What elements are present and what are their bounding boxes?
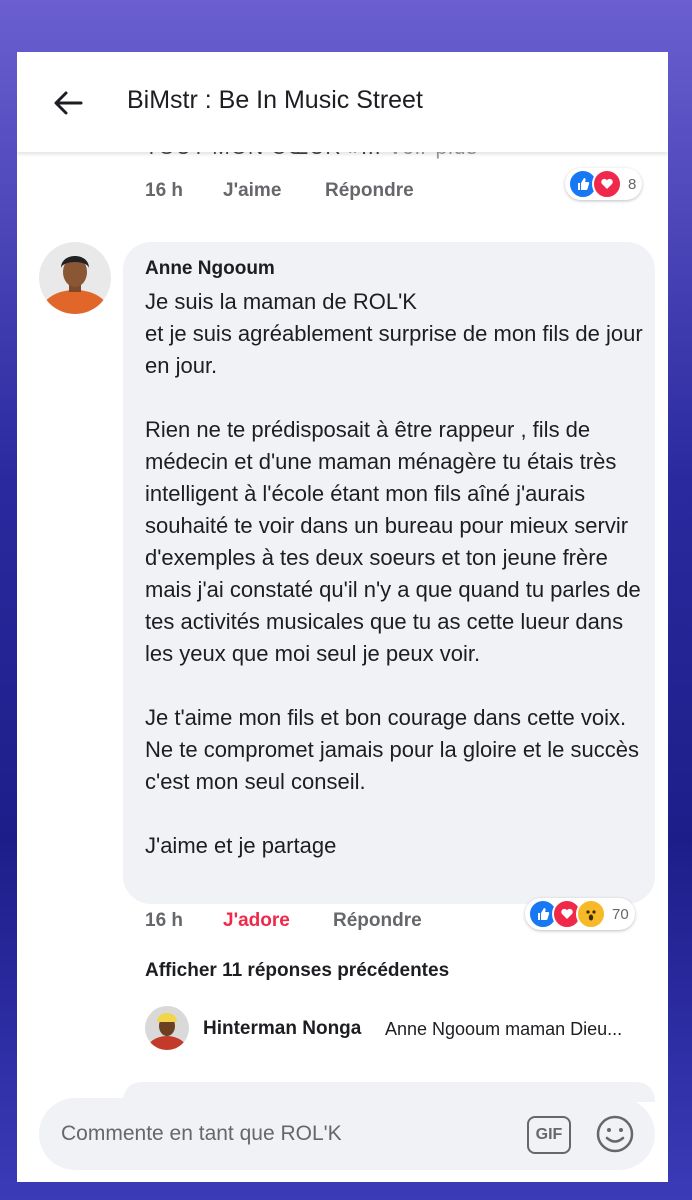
love-react-button[interactable]: J'adore [223, 910, 290, 932]
reaction-summary[interactable]: 70 [525, 898, 635, 930]
comment-paragraph: Je suis la maman de ROL'K et je suis agr… [145, 289, 643, 378]
comment-body: Je suis la maman de ROL'K et je suis agr… [145, 286, 645, 894]
emoji-icon[interactable] [595, 1114, 635, 1154]
comment-time: 16 h [145, 180, 184, 201]
reply-button[interactable]: Répondre [333, 910, 422, 932]
comment-input[interactable]: Commente en tant que ROL'K GIF [39, 1098, 655, 1170]
page-title: BiMstr : Be In Music Street [127, 86, 423, 114]
reaction-count: 70 [612, 905, 629, 923]
gif-button[interactable]: GIF [527, 1116, 571, 1154]
avatar[interactable] [145, 1006, 189, 1050]
top-bar: BiMstr : Be In Music Street [17, 52, 668, 152]
comment-time: 16 h [145, 910, 184, 931]
show-previous-replies-link[interactable]: Afficher 11 réponses précédentes [145, 960, 449, 982]
avatar[interactable] [39, 242, 111, 314]
reaction-count: 8 [628, 175, 637, 193]
comment-paragraph: Rien ne te prédisposait à être rappeur ,… [145, 417, 641, 666]
comment-bubble: Anne Ngooum Je suis la maman de ROL'K et… [123, 242, 655, 904]
comment-author[interactable]: Anne Ngooum [145, 258, 275, 280]
comment-paragraph: J'aime et je partage [145, 833, 337, 858]
reaction-summary[interactable]: 8 [565, 168, 643, 200]
comment-placeholder: Commente en tant que ROL'K [61, 1122, 342, 1145]
phone-screen: TOUT MON CŒUR »... Voir plus BiMstr : Be… [17, 52, 668, 1182]
reply-button[interactable]: Répondre [325, 180, 414, 202]
back-arrow-icon[interactable] [51, 86, 85, 120]
reply-text: Anne Ngooum maman Dieu... [385, 1019, 623, 1039]
wow-icon [576, 899, 606, 929]
reply-preview[interactable]: Hinterman Nonga Anne Ngooum maman Dieu..… [145, 1006, 665, 1052]
comment-paragraph: Je t'aime mon fils et bon courage dans c… [145, 705, 639, 794]
like-button[interactable]: J'aime [223, 180, 281, 202]
love-icon [592, 169, 622, 199]
reply-author[interactable]: Hinterman Nonga [203, 1018, 361, 1040]
